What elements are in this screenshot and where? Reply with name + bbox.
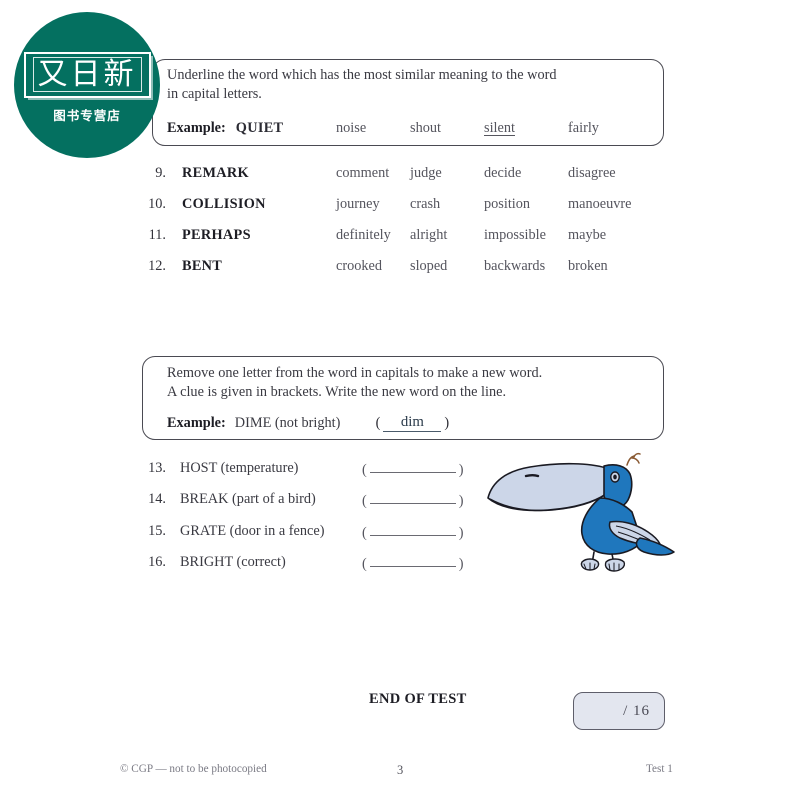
logo-main-text: 又日新 [37,56,137,92]
question-capital-word: REMARK [182,165,249,181]
option-word[interactable]: shout [410,120,441,137]
question-number: 16. [148,554,166,570]
end-of-test-label: END OF TEST [369,691,467,707]
answer-blank-line[interactable] [369,460,456,473]
question-number: 14. [148,491,166,507]
option-word[interactable]: maybe [568,227,606,244]
example-answer-line: dim [383,414,442,432]
shop-logo-badge: 又日新 图书专营店 [14,12,160,158]
open-paren: ( [362,556,367,572]
example-label: Example: [167,120,226,136]
option-word[interactable]: comment [336,165,389,182]
footer-page-number: 3 [397,763,404,777]
open-paren: ( [362,462,367,478]
instruction-line-1: Underline the word which has the most si… [167,67,557,83]
toucan-bird-illustration [487,452,675,572]
instruction-line-1: Remove one letter from the word in capit… [167,365,543,381]
example-capital-word: QUIET [235,120,284,136]
option-word[interactable]: crash [410,196,440,213]
example-label: Example: [167,415,226,431]
logo-sub-text: 图书专营店 [53,108,121,124]
option-word[interactable]: alright [410,227,447,244]
answer-blank-line[interactable] [369,523,456,536]
option-word[interactable]: impossible [484,227,546,244]
open-paren: ( [362,525,367,541]
option-word[interactable]: definitely [336,227,391,244]
score-total-label: / 16 [623,702,650,719]
option-word[interactable]: decide [484,165,521,182]
example-prompt: DIME (not bright) [234,415,341,431]
question-prompt: GRATE (door in a fence) [180,523,325,539]
instruction-line-2: in capital letters. [167,86,262,102]
close-paren: ) [458,493,464,509]
question-number: 9. [155,165,166,181]
example-open-paren: ( [375,415,381,431]
option-word[interactable]: backwards [484,258,545,275]
bird-nostril [524,474,540,478]
example-row-section2: Example: DIME (not bright) (dim) [167,414,449,432]
question-options[interactable]: comment judge decide disagree [336,165,666,185]
open-paren: ( [362,493,367,509]
question-number: 10. [148,196,166,212]
footer-test-name: Test 1 [646,763,673,775]
close-paren: ) [458,462,464,478]
logo-frame-inner: 又日新 [32,56,142,93]
question-row: 12. BENT crooked sloped backwards broken [140,258,700,278]
option-word[interactable]: position [484,196,530,213]
answer-field-group[interactable]: () [362,491,464,510]
option-word[interactable]: crooked [336,258,382,275]
answer-field-group[interactable]: () [362,460,464,479]
question-row: 10. COLLISION journey crash position manoeu… [140,196,700,216]
question-capital-word: PERHAPS [182,227,251,243]
answer-field-group[interactable]: () [362,554,464,573]
question-prompt: BREAK (part of a bird) [180,491,316,507]
option-word[interactable]: manoeuvre [568,196,632,213]
score-box[interactable]: / 16 [573,692,665,730]
question-prompt: HOST (temperature) [180,460,299,476]
close-paren: ) [458,525,464,541]
instruction-line-2: A clue is given in brackets. Write the n… [167,384,507,400]
option-word[interactable]: disagree [568,165,616,182]
example-options-section1: noise shout silent fairly [336,120,636,140]
question-row: 11. PERHAPS definitely alright impossible m… [140,227,700,247]
question-number: 12. [148,258,166,274]
footer-copyright: © CGP — not to be photocopied [120,763,267,775]
option-word[interactable]: sloped [410,258,447,275]
bird-head-tuft [626,452,641,466]
answer-blank-line[interactable] [369,491,456,504]
answer-blank-line[interactable] [369,554,456,567]
question-number: 11. [148,227,166,243]
question-options[interactable]: crooked sloped backwards broken [336,258,666,278]
question-prompt: BRIGHT (correct) [180,554,286,570]
logo-frame: 又日新 [23,51,151,99]
question-capital-word: COLLISION [182,196,266,212]
example-close-paren: ) [444,415,450,431]
option-word[interactable]: silent [484,120,515,137]
option-word[interactable]: noise [336,120,366,137]
bird-foot-right [604,558,626,572]
question-options[interactable]: definitely alright impossible maybe [336,227,666,247]
option-word[interactable]: broken [568,258,608,275]
question-number: 13. [148,460,166,476]
option-word[interactable]: judge [410,165,442,182]
bird-pupil [613,474,617,480]
question-capital-word: BENT [182,258,223,274]
close-paren: ) [458,556,464,572]
answer-field-group[interactable]: () [362,523,464,542]
option-word[interactable]: journey [336,196,380,213]
option-word[interactable]: fairly [568,120,599,137]
example-row-section1: Example: QUIET [167,120,283,137]
question-row: 9. REMARK comment judge decide disagree [140,165,700,185]
worksheet-page: 又日新 图书专营店 Underline the word which has t… [0,0,800,800]
question-number: 15. [148,523,166,539]
question-options[interactable]: journey crash position manoeuvre [336,196,666,216]
